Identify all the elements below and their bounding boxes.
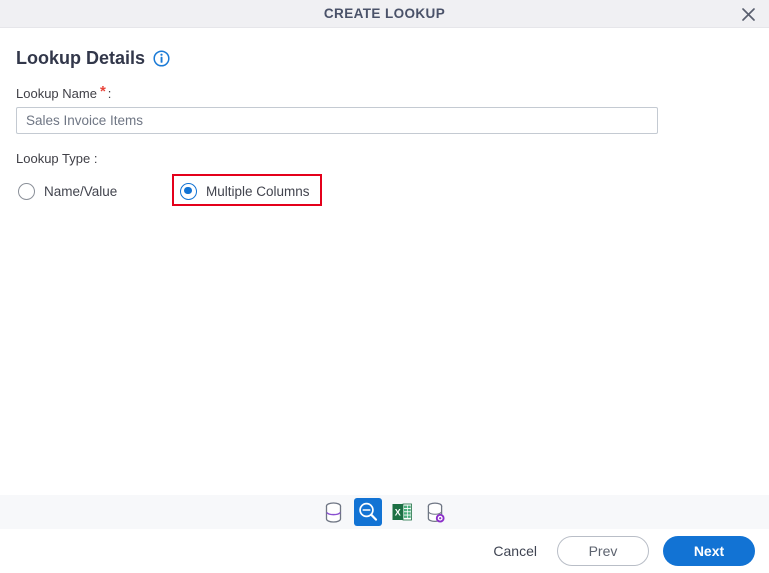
excel-icon[interactable]: X (388, 498, 416, 526)
lookup-name-label-text: Lookup Name (16, 86, 97, 101)
database-glyph (325, 501, 342, 523)
page-title: Lookup Details (16, 48, 146, 68)
required-marker: * (99, 83, 106, 100)
info-icon[interactable] (153, 50, 170, 67)
radio-option-multiple-columns[interactable]: Multiple Columns (180, 178, 310, 204)
dialog-body: Lookup Details Lookup Name * : Lookup Ty… (0, 28, 769, 495)
database-icon[interactable] (320, 498, 348, 526)
lookup-search-icon[interactable] (353, 498, 382, 526)
dialog-footer: Cancel Prev Next (0, 529, 769, 573)
database-settings-icon[interactable] (422, 498, 450, 526)
lookup-name-input[interactable] (16, 107, 658, 134)
lookup-type-radio-group: Name/Value Multiple Columns (0, 174, 769, 208)
close-icon[interactable] (735, 2, 761, 26)
magnifier-glyph (358, 502, 377, 521)
lookup-type-label: Lookup Type : (16, 151, 98, 166)
lookup-name-label-colon: : (107, 86, 112, 101)
next-button[interactable]: Next (663, 536, 755, 566)
database-gear-glyph (427, 501, 445, 523)
dialog-title-bar: CREATE LOOKUP (0, 0, 769, 28)
radio-option-name-value[interactable]: Name/Value (18, 178, 117, 204)
close-glyph (741, 7, 755, 21)
svg-text:X: X (394, 508, 400, 518)
radio-indicator-multiple-columns[interactable] (180, 182, 197, 200)
lookup-name-label: Lookup Name * : (16, 83, 769, 101)
radio-label-name-value: Name/Value (44, 183, 118, 199)
section-header: Lookup Details (16, 48, 769, 69)
dialog-title: CREATE LOOKUP (323, 6, 446, 21)
radio-indicator-name-value[interactable] (18, 182, 35, 200)
cancel-button[interactable]: Cancel (487, 538, 543, 564)
radio-label-multiple-columns: Multiple Columns (206, 183, 310, 199)
prev-button[interactable]: Prev (557, 536, 649, 566)
lookup-source-icon-bar: X (0, 495, 769, 529)
excel-glyph: X (392, 503, 412, 521)
